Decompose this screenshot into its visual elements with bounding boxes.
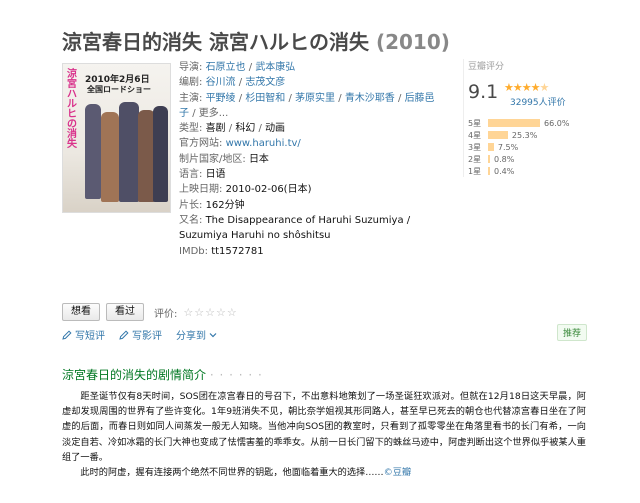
cast-link[interactable]: 茅原实里 xyxy=(295,93,335,104)
rating-score: 9.1 xyxy=(468,81,499,103)
watched-button[interactable]: 看过 xyxy=(106,303,144,321)
country-row: 制片国家/地区: 日本 xyxy=(179,153,269,165)
chevron-down-icon xyxy=(209,332,217,337)
rating-bar-row: 1星 0.4% xyxy=(468,165,569,177)
pencil-icon xyxy=(62,329,72,340)
site-row: 官方网站: www.haruhi.tv/ xyxy=(179,138,301,150)
genre-row: 类型: 喜剧 / 科幻 / 动画 xyxy=(179,123,286,135)
write-review-link[interactable]: 写影评 xyxy=(119,327,162,342)
summary-paragraph: 距圣诞节仅有8天时间，SOS团在凉宫春日的号召下，不出意料地策划了一场圣诞狂欢派… xyxy=(62,391,586,463)
language-row: 语言: 日语 xyxy=(179,169,226,181)
rating-panel: 豆瓣评分 9.1 ★★★★★ 32995人评价 5星 66.0% 4星 25.3% 3星… xyxy=(463,59,586,177)
movie-poster[interactable]: 涼宮ハルヒの消失 2010年2月6日 全国ロードショー xyxy=(62,63,171,213)
cast-link[interactable]: 杉田智和 xyxy=(245,93,285,104)
want-to-watch-button[interactable]: 想看 xyxy=(62,303,100,321)
star-level-label: 1星 xyxy=(468,166,482,176)
rating-percent: 25.3% xyxy=(511,130,538,140)
star-level-label: 3星 xyxy=(468,142,482,152)
rating-bar xyxy=(488,155,490,163)
writer-link[interactable]: 志茂文彦 xyxy=(245,77,285,88)
rating-bar-row: 2星 0.8% xyxy=(468,153,569,165)
cast-link[interactable]: 平野绫 xyxy=(206,93,236,104)
poster-figure xyxy=(153,106,168,202)
poster-figure xyxy=(119,102,139,202)
cast-row: 主演: 平野绫 / 杉田智和 / 茅原实里 / 青木沙耶香 / 后藤邑子 / 更… xyxy=(179,92,435,119)
secondary-actions: 写短评 写影评 分享到 xyxy=(62,327,217,342)
director-link[interactable]: 石原立也 xyxy=(206,62,246,73)
share-dropdown[interactable]: 分享到 xyxy=(176,327,217,342)
rating-bar-row: 3星 7.5% xyxy=(468,141,569,153)
director-link[interactable]: 武本康弘 xyxy=(255,62,295,73)
poster-vertical-title: 涼宮ハルヒの消失 xyxy=(67,69,77,150)
rating-bar xyxy=(488,143,494,151)
rating-percent: 7.5% xyxy=(497,142,519,152)
write-short-review-link[interactable]: 写短评 xyxy=(62,327,105,342)
rating-percent: 66.0% xyxy=(544,118,570,128)
rating-bar xyxy=(488,167,490,175)
rating-count-link[interactable]: 32995人评价 xyxy=(510,95,566,108)
star-level-label: 2星 xyxy=(468,154,482,164)
rating-bar xyxy=(488,119,540,127)
poster-figure xyxy=(85,104,101,199)
heading-dots: · · · · · · xyxy=(209,368,263,382)
director-row: 导演: 石原立也 / 武本康弘 xyxy=(179,62,296,73)
release-row: 上映日期: 2010-02-06(日本) xyxy=(179,184,312,196)
summary-paragraph: 此时的阿虚，握有连接两个绝然不同世界的钥匙，他面临着重大的选择……©豆瓣 xyxy=(80,467,412,479)
movie-name: 涼宮春日的消失 涼宮ハルヒの消失 xyxy=(62,30,369,54)
pencil-icon xyxy=(119,329,129,340)
aka-row: 又名: The Disappearance of Haruhi Suzumiya… xyxy=(179,214,411,242)
runtime-row: 片长: 162分钟 xyxy=(179,199,245,211)
writer-row: 编剧: 谷川流 / 志茂文彦 xyxy=(179,77,286,89)
movie-info: 导演: 石原立也 / 武本康弘 编剧: 谷川流 / 志茂文彦 主演: 平野绫 /… xyxy=(179,60,441,259)
rate-label: 评价: xyxy=(154,308,178,320)
rate-stars-icon[interactable]: ☆☆☆☆☆ xyxy=(183,306,237,319)
poster-figure xyxy=(101,112,119,202)
official-site-link[interactable]: www.haruhi.tv/ xyxy=(226,138,301,149)
rating-label: 豆瓣评分 xyxy=(468,62,505,72)
recommend-button[interactable]: 推荐 xyxy=(557,324,588,341)
rating-breakdown: 5星 66.0% 4星 25.3% 3星 7.5% 2星 0.8% 1星 0.4% xyxy=(468,117,569,177)
poster-subtitle: 全国ロードショー xyxy=(87,85,151,94)
plot-summary: 距圣诞节仅有8天时间，SOS团在凉宫春日的号召下，不出意料地策划了一场圣诞狂欢派… xyxy=(62,389,586,480)
star-level-label: 5星 xyxy=(468,118,482,128)
rating-stars-icon: ★★★★★ xyxy=(504,81,549,94)
summary-heading: 涼宮春日的消失的剧情简介 · · · · · · xyxy=(62,368,263,382)
rating-percent: 0.8% xyxy=(494,154,515,164)
imdb-row: IMDb: tt1572781 xyxy=(179,245,264,257)
movie-year: (2010) xyxy=(375,30,450,54)
douban-source-link[interactable]: ©豆瓣 xyxy=(384,467,412,478)
more-cast-link[interactable]: 更多... xyxy=(199,108,229,119)
action-bar: 想看 看过 评价: ☆☆☆☆☆ xyxy=(62,303,238,321)
rating-bar-row: 5星 66.0% xyxy=(468,117,569,129)
rating-bar xyxy=(488,131,508,139)
writer-link[interactable]: 谷川流 xyxy=(206,77,236,88)
movie-title: 涼宮春日的消失 涼宮ハルヒの消失 (2010) xyxy=(62,26,450,55)
rating-bar-row: 4星 25.3% xyxy=(468,129,569,141)
cast-link[interactable]: 青木沙耶香 xyxy=(345,93,395,104)
star-level-label: 4星 xyxy=(468,130,482,140)
rating-percent: 0.4% xyxy=(494,166,515,176)
